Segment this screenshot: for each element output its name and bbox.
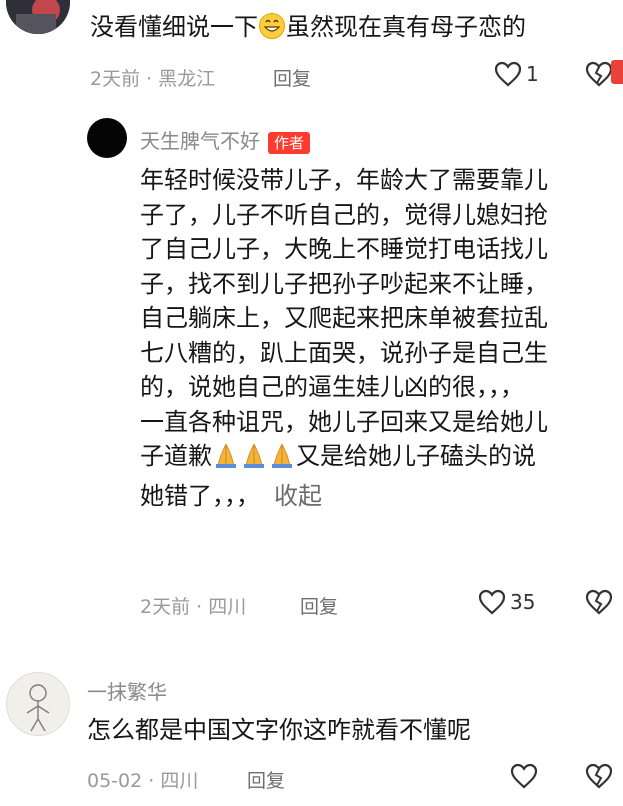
dislike-button[interactable] bbox=[584, 762, 614, 794]
heart-outline-icon bbox=[494, 61, 522, 87]
text-line: 子，找不到儿子把孙子吵起来不让睡， bbox=[140, 269, 548, 298]
dislike-button[interactable] bbox=[584, 60, 614, 92]
avatar[interactable] bbox=[6, 0, 70, 34]
like-button[interactable] bbox=[509, 762, 539, 794]
reply-button[interactable]: 回复 bbox=[273, 64, 311, 91]
avatar[interactable] bbox=[6, 672, 70, 736]
collapse-button[interactable]: 收起 bbox=[274, 482, 322, 510]
username[interactable]: 天生脾气不好 作者 bbox=[140, 125, 311, 154]
comment-text: 怎么都是中国文字你这咋就看不懂呢 bbox=[87, 716, 471, 744]
like-button[interactable]: 1 bbox=[493, 60, 539, 88]
text-line: 子道歉 又是给她儿子磕头的说 bbox=[140, 439, 610, 479]
broken-heart-icon bbox=[585, 589, 613, 615]
avatar-image bbox=[6, 0, 70, 34]
reply-button[interactable]: 回复 bbox=[300, 592, 338, 619]
dislike-button[interactable] bbox=[584, 588, 614, 620]
comment-text: 没看懂细说一下 虽然现在真有母子恋的 bbox=[90, 10, 526, 50]
text-line: 的，说她自己的逼生娃儿凶的很，，， bbox=[140, 373, 524, 401]
like-button[interactable]: 35 bbox=[477, 588, 535, 616]
avatar[interactable] bbox=[87, 118, 127, 158]
author-badge: 作者 bbox=[268, 131, 311, 154]
like-count: 35 bbox=[510, 590, 536, 614]
heart-outline-icon bbox=[510, 763, 538, 789]
broken-heart-icon bbox=[585, 763, 613, 789]
avatar-image bbox=[7, 673, 69, 735]
text-line: 一直各种诅咒，她儿子回来又是给她儿 bbox=[140, 407, 548, 436]
text-line: 子了，儿子不听自己的，觉得儿媳妇抢 bbox=[140, 200, 548, 229]
share-icon[interactable] bbox=[611, 60, 623, 84]
text-line: 年轻时候没带儿子，年龄大了需要靠儿 bbox=[140, 166, 548, 194]
comment-meta: 2天前 · 黑龙江 bbox=[90, 68, 216, 90]
grin-emoji-icon bbox=[258, 12, 286, 50]
reply-text: 年轻时候没带儿子，年龄大了需要靠儿 子了，儿子不听自己的，觉得儿媳妇抢 了自己儿… bbox=[140, 163, 610, 513]
reply-button[interactable]: 回复 bbox=[247, 766, 285, 793]
reply-meta: 2天前 · 四川 bbox=[140, 596, 247, 618]
comment-meta: 05-02 · 四川 bbox=[87, 770, 199, 792]
praying-hands-icon bbox=[212, 441, 296, 479]
like-count: 1 bbox=[526, 62, 539, 86]
username[interactable]: 一抹繁华 bbox=[87, 676, 167, 705]
broken-heart-icon bbox=[585, 61, 613, 87]
text-line: 她错了，，， 收起 bbox=[140, 481, 322, 510]
text-line: 七八糟的，趴上面哭，说孙子是自己生 bbox=[140, 338, 548, 367]
text-line: 了自己儿子，大晚上不睡觉打电话找儿 bbox=[140, 235, 548, 263]
heart-outline-icon bbox=[478, 589, 506, 615]
text-line: 自己躺床上，又爬起来把床单被套拉乱 bbox=[140, 304, 548, 332]
